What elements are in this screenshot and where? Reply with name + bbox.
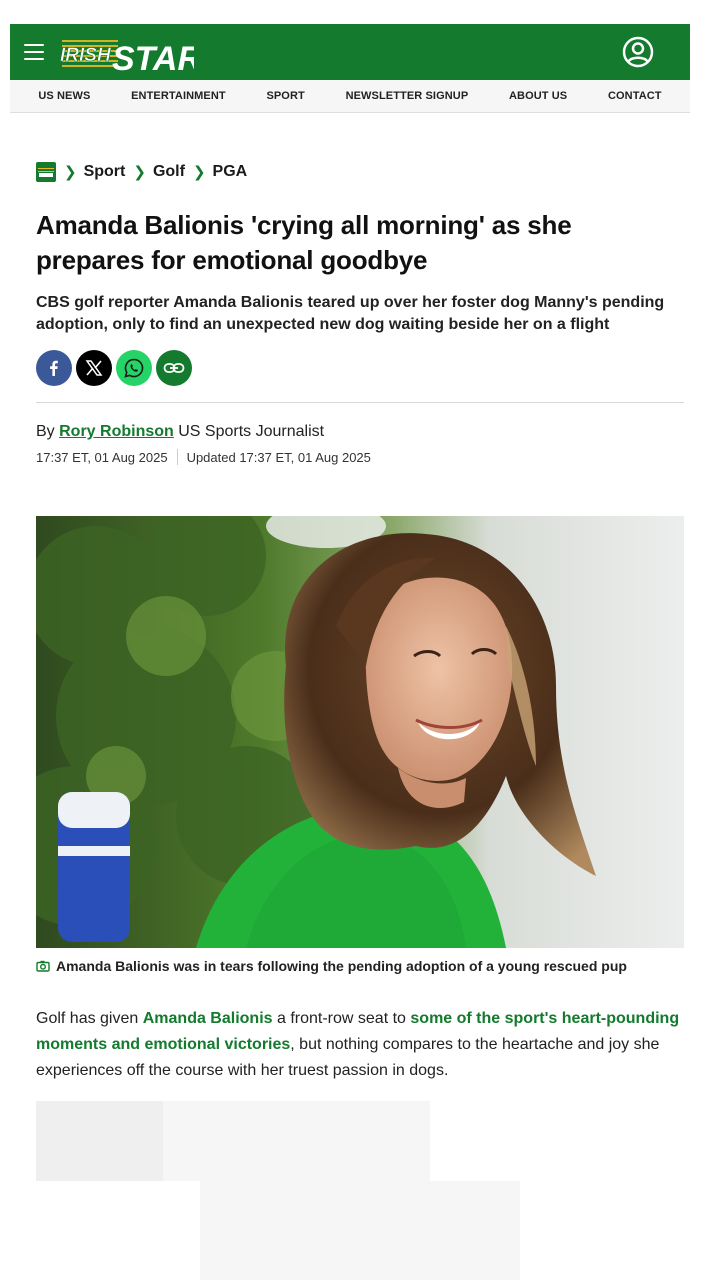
logo-text-star: STAR [112,40,194,74]
article-headline: Amanda Balionis 'crying all morning' as … [36,210,572,275]
article-paragraph: Golf has given Amanda Balionis a front-r… [36,1006,684,1084]
article-hero-image [36,516,684,948]
facebook-icon[interactable] [36,350,72,386]
byline-prefix: By [36,423,55,440]
user-account-icon[interactable] [622,36,654,68]
copy-link-icon[interactable] [156,350,192,386]
chevron-right-icon: ❯ [192,164,206,181]
author-link[interactable]: Rory Robinson [59,423,174,440]
ad-placeholder [36,1101,430,1181]
ad-placeholder [200,1181,520,1280]
hamburger-menu-icon[interactable] [24,44,44,60]
camera-icon [36,960,50,972]
updated-time: Updated 17:37 ET, 01 Aug 2025 [186,449,371,465]
ad-placeholder-block [36,1101,163,1181]
nav-item-sport[interactable]: SPORT [266,90,304,102]
breadcrumb: ❯ Sport ❯ Golf ❯ PGA [36,160,684,184]
nav-item-about-us[interactable]: ABOUT US [509,90,567,102]
divider [36,402,684,403]
breadcrumb-sport[interactable]: Sport [84,163,126,181]
link-amanda-balionis[interactable]: Amanda Balionis [143,1010,273,1027]
author-role: US Sports Journalist [178,423,325,440]
nav-item-us-news[interactable]: US NEWS [38,90,90,102]
share-bar [36,350,684,386]
breadcrumb-home-logo-icon[interactable] [36,162,56,182]
article-dates: 17:37 ET, 01 Aug 2025 Updated 17:37 ET, … [36,449,684,465]
article-header: ❯ Sport ❯ Golf ❯ PGA Amanda Balionis 'cr… [36,160,684,465]
breadcrumb-pga[interactable]: PGA [213,163,248,181]
chevron-right-icon: ❯ [64,164,77,181]
chevron-right-icon: ❯ [133,164,146,181]
site-header: IRISH STAR [10,24,690,80]
p1-middle: a front-row seat to [272,1010,411,1027]
nav-item-newsletter-signup[interactable]: NEWSLETTER SIGNUP [346,90,469,102]
dates-divider [176,449,178,465]
whatsapp-icon[interactable] [116,350,152,386]
caption-text: Amanda Balionis was in tears following t… [56,958,627,974]
byline: By Rory Robinson US Sports Journalist [36,423,684,441]
logo-text-irish: IRISH [60,45,112,66]
x-icon[interactable] [76,350,112,386]
image-caption: Amanda Balionis was in tears following t… [36,958,684,974]
p1-before: Golf has given [36,1010,143,1027]
nav-item-entertainment[interactable]: ENTERTAINMENT [131,90,226,102]
nav-item-contact[interactable]: CONTACT [608,90,662,102]
irish-star-logo[interactable]: IRISH STAR [58,30,194,74]
breadcrumb-golf[interactable]: Golf [153,163,185,181]
article-standfirst: CBS golf reporter Amanda Balionis teared… [36,294,665,333]
published-time: 17:37 ET, 01 Aug 2025 [36,449,168,465]
main-nav: US NEWS ENTERTAINMENT SPORT NEWSLETTER S… [10,80,690,113]
